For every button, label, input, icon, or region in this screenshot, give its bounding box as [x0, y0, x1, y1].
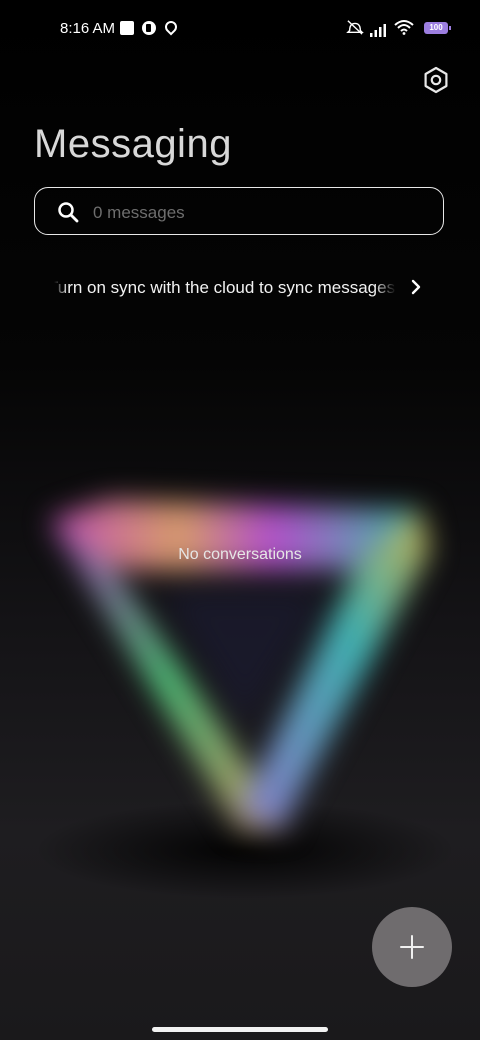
- search-input[interactable]: [91, 196, 415, 230]
- status-time: 8:16 AM: [60, 20, 116, 37]
- battery-icon: 100: [424, 22, 451, 34]
- notification-square-icon: [120, 21, 134, 35]
- page-title: Messaging: [34, 122, 232, 166]
- ringer-muted-icon: [346, 20, 364, 35]
- signal-icon: [370, 24, 386, 37]
- search-icon: [58, 202, 79, 223]
- chevron-right-icon: [411, 279, 421, 295]
- home-indicator[interactable]: [152, 1027, 328, 1032]
- wifi-icon: [394, 20, 414, 35]
- sync-banner-text: Turn on sync with the cloud to sync mess…: [54, 278, 396, 297]
- empty-state-text: No conversations: [178, 546, 302, 563]
- empty-state-illustration: [50, 500, 430, 830]
- settings-hexagon-icon[interactable]: [420, 64, 452, 96]
- status-bar: 8:16 AM 100: [0, 14, 480, 42]
- location-pin-icon: [162, 18, 180, 36]
- notification-app-icon: [142, 21, 156, 35]
- sync-banner[interactable]: Turn on sync with the cloud to sync mess…: [0, 268, 480, 308]
- search-bar[interactable]: [34, 187, 444, 235]
- new-message-button[interactable]: [372, 907, 452, 987]
